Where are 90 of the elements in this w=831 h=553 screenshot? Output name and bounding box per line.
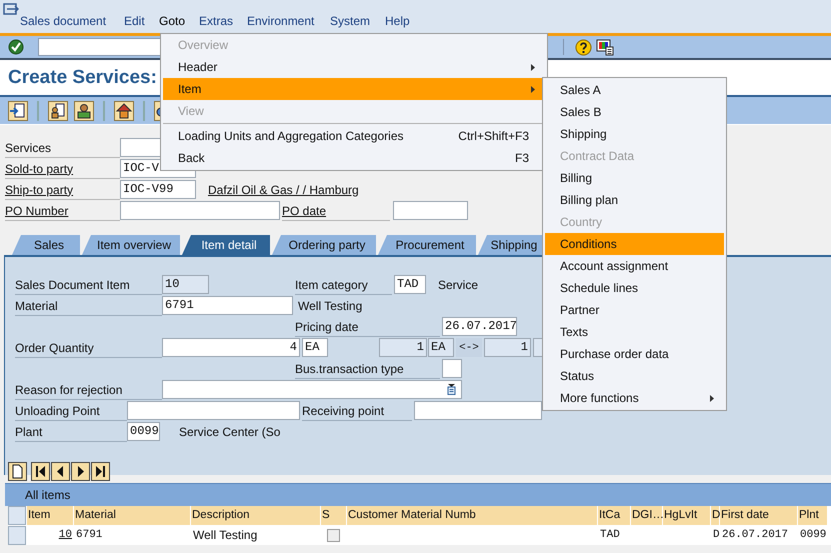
- tab[interactable]: Ordering party: [272, 235, 376, 255]
- column-header[interactable]: Plnt: [798, 506, 827, 525]
- plant-text: Service Center (So: [179, 424, 280, 438]
- column-header[interactable]: ItCa: [598, 506, 630, 525]
- next-page-icon[interactable]: [71, 462, 90, 481]
- select-all-cell[interactable]: [8, 506, 26, 525]
- field-label: Receiving point: [302, 400, 412, 420]
- menu-item[interactable]: Edit: [124, 14, 159, 28]
- input-field[interactable]: [120, 201, 280, 220]
- menu-item[interactable]: Environment: [247, 14, 330, 28]
- menu-item[interactable]: System: [330, 14, 385, 28]
- previous-page-icon[interactable]: [51, 462, 70, 481]
- person-icon[interactable]: [74, 100, 94, 120]
- help-icon[interactable]: [575, 38, 592, 56]
- tab[interactable]: Shipping: [478, 235, 544, 255]
- menu-item[interactable]: Status: [545, 365, 724, 387]
- menu-item[interactable]: Partner: [545, 299, 724, 321]
- dropdown-field[interactable]: [162, 380, 462, 399]
- menu-item[interactable]: Conditions: [545, 233, 724, 255]
- menu-item[interactable]: Help: [385, 14, 410, 28]
- field-label: Item category: [295, 274, 392, 294]
- menu-item[interactable]: Header: [163, 56, 545, 78]
- menu-item[interactable]: Account assignment: [545, 255, 724, 277]
- tab[interactable]: Sales: [12, 235, 80, 255]
- document-person-icon[interactable]: [48, 100, 68, 120]
- check-icon[interactable]: [8, 39, 24, 55]
- input-field[interactable]: 4: [162, 338, 300, 357]
- menu-item[interactable]: Texts: [545, 321, 724, 343]
- house-icon[interactable]: [114, 100, 134, 120]
- column-header[interactable]: Material: [74, 506, 190, 525]
- submenu-arrow-icon: [710, 395, 714, 402]
- shortcut-text: F3: [514, 151, 529, 165]
- menu-item[interactable]: Shipping: [545, 123, 724, 145]
- column-header[interactable]: Item: [27, 506, 73, 525]
- column-header[interactable]: D: [711, 506, 719, 525]
- new-document-icon[interactable]: [8, 462, 27, 481]
- first-page-icon[interactable]: [31, 462, 50, 481]
- menu-item[interactable]: Sales document: [20, 14, 124, 28]
- menu-item[interactable]: Goto: [159, 14, 199, 28]
- menu-item[interactable]: More functions: [545, 387, 724, 409]
- menu-item[interactable]: Extras: [199, 14, 247, 28]
- column-header[interactable]: DGI…: [631, 506, 662, 525]
- input-field: EA: [428, 338, 454, 357]
- menu-item[interactable]: Schedule lines: [545, 277, 724, 299]
- checkbox[interactable]: [327, 529, 340, 542]
- menu-item[interactable]: Item: [163, 78, 545, 100]
- monitor-icon[interactable]: [596, 38, 614, 56]
- input-field[interactable]: TAD: [394, 275, 426, 294]
- tab[interactable]: Item detail: [182, 235, 270, 255]
- input-field[interactable]: 0099: [127, 422, 160, 441]
- submenu-arrow-icon: [531, 86, 535, 93]
- tab[interactable]: Procurement: [378, 235, 476, 255]
- input-field: [533, 338, 543, 357]
- tab[interactable]: Item overview: [82, 235, 180, 255]
- menu-item[interactable]: Sales A: [545, 79, 724, 101]
- category-text: Service: [438, 278, 478, 292]
- menu-item[interactable]: Billing plan: [545, 189, 724, 211]
- table-title: All items: [25, 488, 70, 502]
- column-header[interactable]: Customer Material Numb: [347, 506, 597, 525]
- input-field[interactable]: 26.07.2017: [442, 317, 517, 336]
- column-header[interactable]: First date: [720, 506, 797, 525]
- input-field[interactable]: 6791: [162, 296, 293, 315]
- screen-title: Create Services:: [8, 66, 157, 88]
- input-field[interactable]: IOC-V99: [120, 180, 196, 199]
- field-label: Pricing date: [295, 316, 440, 336]
- item-link[interactable]: 10: [58, 526, 72, 545]
- input-field: 10: [162, 275, 209, 294]
- column-header[interactable]: HgLvIt: [663, 506, 710, 525]
- column-header[interactable]: S: [321, 506, 346, 525]
- dropdown-icon[interactable]: [447, 384, 456, 395]
- menu-item[interactable]: Billing: [545, 167, 724, 189]
- material-text: Well Testing: [298, 298, 362, 312]
- input-field: 1: [484, 338, 531, 357]
- last-page-icon[interactable]: [91, 462, 110, 481]
- party-name: Dafzil Oil & Gas / / Hamburg: [208, 182, 359, 196]
- field-label: PO date: [282, 200, 390, 220]
- menu-item[interactable]: Purchase order data: [545, 343, 724, 365]
- input-field[interactable]: [393, 201, 468, 220]
- column-header[interactable]: Description: [191, 506, 320, 525]
- input-field[interactable]: [127, 401, 300, 420]
- shortcut-text: Ctrl+Shift+F3: [458, 129, 529, 143]
- input-field[interactable]: EA: [302, 338, 328, 357]
- submenu-arrow-icon: [531, 64, 535, 71]
- menu-item[interactable]: Loading Units and Aggregation Categories Ctrl+Shift+F3: [163, 125, 545, 147]
- input-field[interactable]: [442, 359, 462, 378]
- field-label: Bus.transaction type: [295, 358, 440, 378]
- window-menu-icon[interactable]: [3, 3, 19, 16]
- input-field: 1: [379, 338, 427, 357]
- menu-item[interactable]: Sales B: [545, 101, 724, 123]
- input-field[interactable]: [414, 401, 542, 420]
